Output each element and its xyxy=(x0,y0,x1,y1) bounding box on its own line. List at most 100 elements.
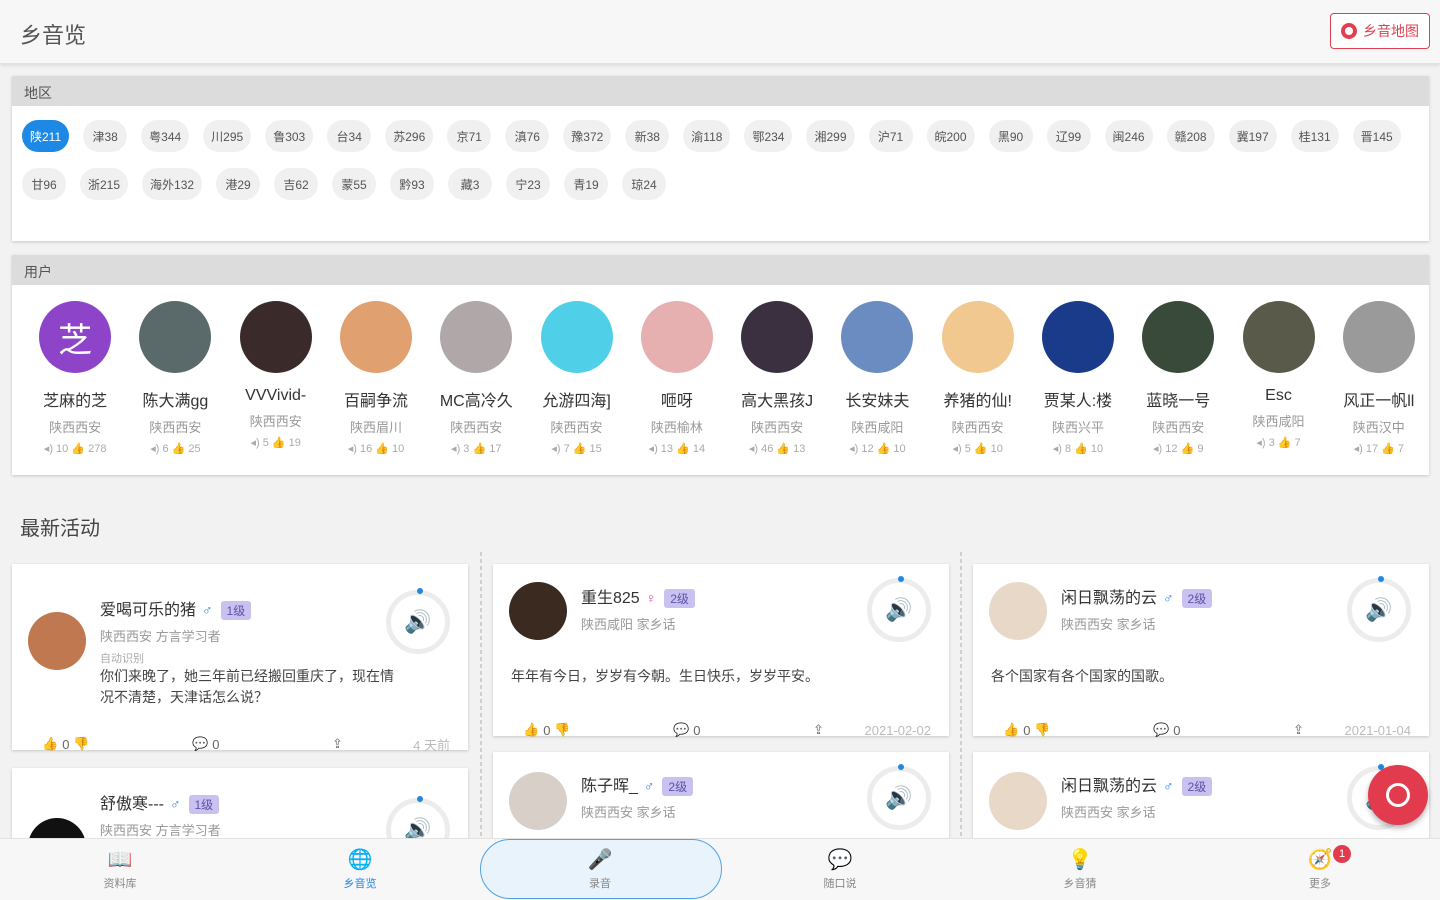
user-avatar[interactable] xyxy=(339,301,412,373)
region-chip[interactable]: 晋145 xyxy=(1352,120,1401,152)
comment-button[interactable]: 💬 0 xyxy=(1153,722,1273,738)
user-item[interactable]: 养猪的仙! 陕西西安 ◂) 5 👍 10 xyxy=(928,301,1028,455)
user-avatar[interactable] xyxy=(640,301,713,373)
region-chip[interactable]: 港29 xyxy=(216,168,261,200)
user-item[interactable]: 陈大满gg 陕西西安 ◂) 6 👍 25 xyxy=(125,301,225,455)
user-avatar[interactable] xyxy=(440,301,513,373)
region-chip[interactable]: 粤344 xyxy=(141,120,190,152)
region-chip[interactable]: 辽99 xyxy=(1046,120,1091,152)
region-chip[interactable]: 鄂234 xyxy=(744,120,793,152)
nav-item-chat[interactable]: 💬 随口说 xyxy=(720,839,960,900)
user-avatar[interactable] xyxy=(139,301,212,373)
card-avatar[interactable] xyxy=(509,772,567,830)
region-chip[interactable]: 闽246 xyxy=(1104,120,1153,152)
user-avatar[interactable] xyxy=(540,301,613,373)
nav-item-mic[interactable]: 🎤 录音 xyxy=(480,839,720,900)
user-item[interactable]: 百嗣争流 陕西眉川 ◂) 16 👍 10 xyxy=(326,301,426,455)
share-button[interactable]: ⇪ xyxy=(332,736,343,752)
user-item[interactable]: 咂呀 陕西榆林 ◂) 13 👍 14 xyxy=(627,301,727,455)
region-chip[interactable]: 皖200 xyxy=(926,120,975,152)
card-user-name[interactable]: 爱喝可乐的猪 ♂ 1级 xyxy=(100,596,252,620)
region-chip[interactable]: 桂131 xyxy=(1290,120,1339,152)
play-audio-button[interactable]: 🔊 xyxy=(867,576,931,642)
region-chip[interactable]: 甘96 xyxy=(22,168,66,200)
comment-button[interactable]: 💬 0 xyxy=(192,736,312,752)
region-chip[interactable]: 沪71 xyxy=(868,120,913,152)
region-chip[interactable]: 滇76 xyxy=(505,120,550,152)
card-avatar[interactable] xyxy=(509,582,567,640)
region-chip[interactable]: 黑90 xyxy=(988,120,1033,152)
user-avatar[interactable] xyxy=(841,301,914,373)
card-user-name[interactable]: 闲日飘荡的云 ♂ 2级 xyxy=(1061,584,1213,608)
region-chip[interactable]: 琼24 xyxy=(622,168,667,200)
like-button[interactable]: 👍 0 👎 xyxy=(523,722,613,738)
region-chip[interactable]: 川295 xyxy=(203,120,252,152)
region-chip[interactable]: 浙215 xyxy=(80,168,129,200)
lightbulb-icon: 💡 xyxy=(1067,849,1093,871)
region-chip[interactable]: 赣208 xyxy=(1166,120,1215,152)
user-avatar[interactable] xyxy=(1041,301,1114,373)
share-button[interactable]: ⇪ xyxy=(813,722,824,738)
card-user-name[interactable]: 舒傲寒--- ♂ 1级 xyxy=(100,790,220,814)
map-button[interactable]: 乡音地图 xyxy=(1330,13,1430,49)
card-avatar[interactable] xyxy=(28,612,86,670)
user-avatar[interactable] xyxy=(741,301,814,373)
user-item[interactable]: 高大黑孩J 陕西西安 ◂) 46 👍 13 xyxy=(727,301,827,455)
user-item[interactable]: 长安妹夫 陕西咸阳 ◂) 12 👍 10 xyxy=(827,301,927,455)
region-chip[interactable]: 蒙55 xyxy=(332,168,377,200)
region-chip[interactable]: 冀197 xyxy=(1228,120,1277,152)
region-chip[interactable]: 渝118 xyxy=(683,120,731,152)
user-avatar[interactable] xyxy=(1242,301,1315,373)
nav-item-book[interactable]: 📖 资料库 xyxy=(0,839,240,900)
region-chip[interactable]: 津38 xyxy=(83,120,128,152)
activity-card[interactable]: 爱喝可乐的猪 ♂ 1级 陕西西安 方言学习者 自动识别 你们来晚了，她三年前已经搬回重庆了… xyxy=(12,564,468,753)
region-chip[interactable]: 京71 xyxy=(447,120,492,152)
like-button[interactable]: 👍 0 👎 xyxy=(1003,722,1093,738)
region-chip[interactable]: 鲁303 xyxy=(265,120,314,152)
activity-card[interactable]: 闲日飘荡的云 ♂ 2级 陕西西安 家乡话 各个国家有各个国家的国歌。 🔊 👍 0 👎 💬 0 ⇪ 20… xyxy=(973,564,1429,738)
region-chip[interactable]: 新38 xyxy=(625,120,670,152)
user-avatar[interactable] xyxy=(1342,301,1415,373)
nav-item-lightbulb[interactable]: 💡 乡音猜 xyxy=(960,839,1200,900)
card-user-name[interactable]: 重生825 ♀ 2级 xyxy=(581,584,695,608)
region-chip[interactable]: 吉62 xyxy=(274,168,319,200)
region-chip[interactable]: 青19 xyxy=(564,168,609,200)
region-chip[interactable]: 宁23 xyxy=(506,168,551,200)
user-avatar[interactable] xyxy=(941,301,1014,373)
play-audio-button[interactable]: 🔊 xyxy=(1347,576,1411,642)
card-user-name[interactable]: 陈子晖_ ♂ 2级 xyxy=(581,772,694,796)
user-item[interactable]: Esc 陕西咸阳 ◂) 3 👍 7 xyxy=(1228,301,1328,455)
region-chip[interactable]: 海外132 xyxy=(142,168,203,200)
user-item[interactable]: VVVivid- 陕西西安 ◂) 5 👍 19 xyxy=(226,301,326,455)
user-item[interactable]: 风正一帆ll 陕西汉中 ◂) 17 👍 7 xyxy=(1329,301,1429,455)
share-button[interactable]: ⇪ xyxy=(1293,722,1304,738)
card-avatar[interactable] xyxy=(989,582,1047,640)
activity-card[interactable]: 闲日飘荡的云♂2级陕西西安 家乡话🔊 xyxy=(973,752,1429,852)
user-item[interactable]: MC高冷久 陕西西安 ◂) 3 👍 17 xyxy=(426,301,526,455)
user-item[interactable]: 允游四海] 陕西西安 ◂) 7 👍 15 xyxy=(526,301,626,455)
user-item[interactable]: 蓝晓一号 陕西西安 ◂) 12 👍 9 xyxy=(1128,301,1228,455)
user-avatar[interactable] xyxy=(1142,301,1215,373)
comment-button[interactable]: 💬 0 xyxy=(673,722,793,738)
card-user-name[interactable]: 闲日飘荡的云 ♂ 2级 xyxy=(1061,772,1213,796)
region-chip[interactable]: 苏296 xyxy=(385,120,434,152)
nav-item-globe[interactable]: 🌐 乡音览 xyxy=(240,839,480,900)
region-chip[interactable]: 豫372 xyxy=(563,120,612,152)
nav-item-compass[interactable]: 🧭 更多 1 xyxy=(1200,839,1440,900)
floating-map-button[interactable] xyxy=(1368,765,1428,825)
play-audio-button[interactable]: 🔊 xyxy=(386,588,450,654)
user-item[interactable]: 贾某人:楼 陕西兴平 ◂) 8 👍 10 xyxy=(1028,301,1128,455)
user-avatar[interactable]: 芝 xyxy=(39,301,112,373)
activity-card[interactable]: 重生825 ♀ 2级 陕西咸阳 家乡话 年年有今日，岁岁有今朝。生日快乐，岁岁平安。 🔊 👍… xyxy=(493,564,949,738)
region-chip[interactable]: 藏3 xyxy=(448,168,493,200)
play-audio-button[interactable]: 🔊 xyxy=(867,764,931,830)
user-item[interactable]: 芝芝麻的芝 陕西西安 ◂) 10 👍 278 xyxy=(25,301,125,455)
like-button[interactable]: 👍 0 👎 xyxy=(42,736,132,752)
region-chip[interactable]: 黔93 xyxy=(390,168,435,200)
region-chip[interactable]: 台34 xyxy=(327,120,372,152)
region-chip[interactable]: 湘299 xyxy=(806,120,855,152)
activity-card[interactable]: 陈子晖_ ♂ 2级 陕西西安 家乡话 🔊 xyxy=(493,752,949,852)
region-chip[interactable]: 陕211 xyxy=(22,120,70,152)
card-avatar[interactable] xyxy=(989,772,1047,830)
user-avatar[interactable] xyxy=(239,301,312,373)
